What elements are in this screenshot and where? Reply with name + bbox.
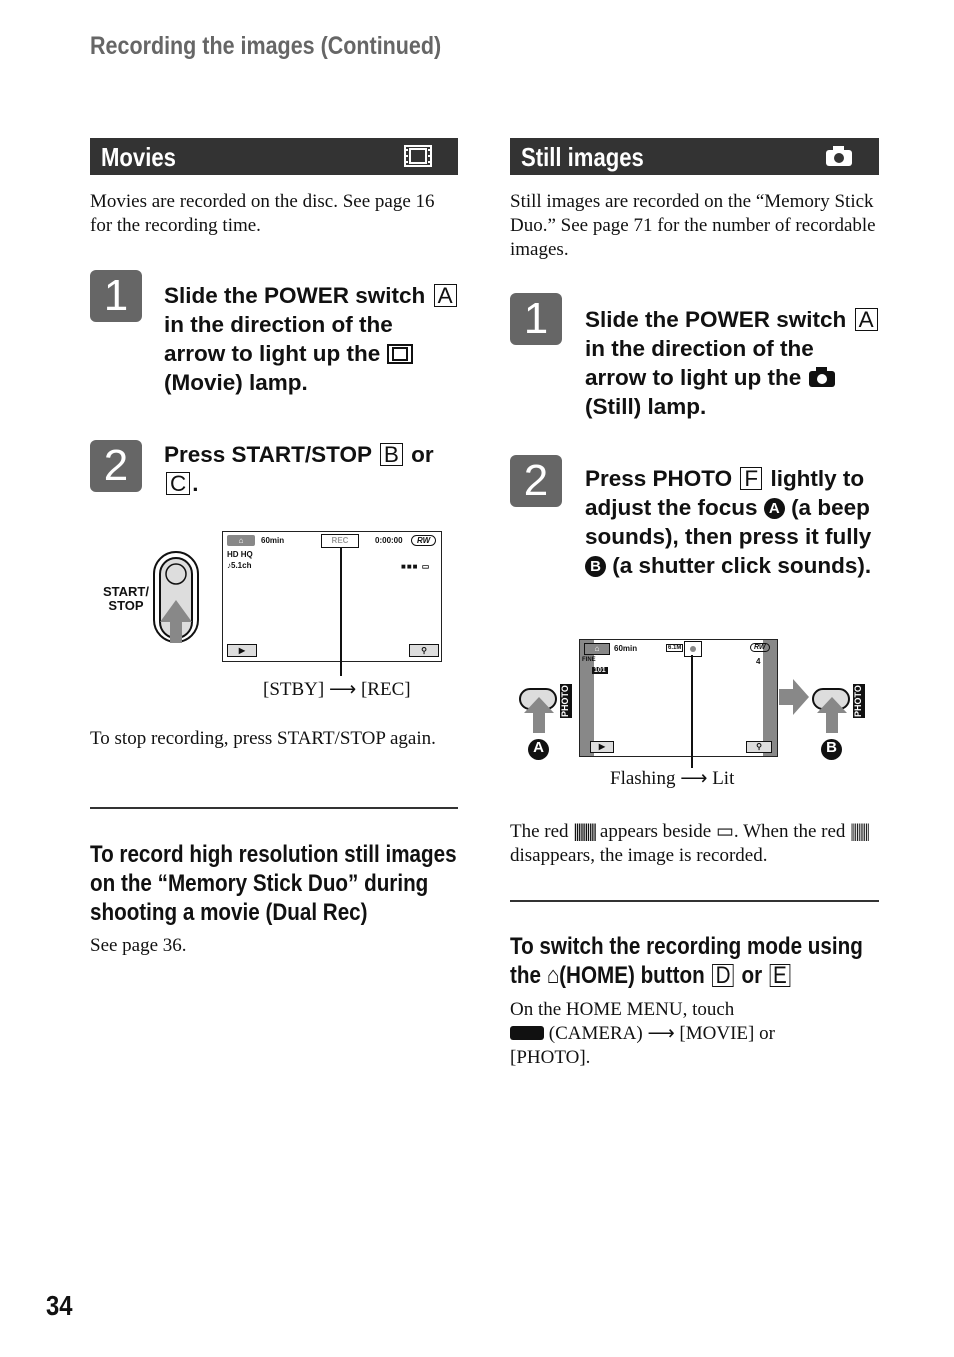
- recording-note: The red |||||||||| appears beside ▭. Whe…: [510, 821, 870, 866]
- stop-note: To stop recording, press START/STOP agai…: [90, 728, 436, 749]
- divider: [90, 807, 458, 809]
- movies-step-1: Slide the POWER switch A in the directio…: [164, 281, 459, 397]
- start-stop-label: START/ STOP: [103, 584, 149, 613]
- callout-line: [691, 655, 693, 768]
- memory-stick-indicator: ■■■ ▭: [401, 562, 431, 571]
- manual-page: Recording the images (Continued) Movies …: [0, 0, 954, 1357]
- photo-label: PHOTO: [853, 684, 865, 718]
- start-stop-button-illustration: [153, 551, 199, 643]
- option-button[interactable]: ⚲: [746, 741, 772, 753]
- still-intro: Still images are recorded on the “Memory…: [510, 191, 876, 260]
- page-number: 34: [46, 1290, 73, 1321]
- divider: [510, 900, 879, 902]
- photo-button-full-press: [812, 688, 850, 733]
- camera-icon: [808, 367, 835, 387]
- camera-mode-icon: [510, 1026, 544, 1040]
- photo-button-half-press: [519, 688, 557, 733]
- play-button[interactable]: ▶: [227, 644, 257, 657]
- arrow-right-icon: [779, 679, 809, 715]
- running-head: Recording the images (Continued): [90, 32, 442, 60]
- step-number: 2: [510, 455, 562, 507]
- marker-a: A: [528, 739, 549, 760]
- figure-caption: [STBY] ⟶ [REC]: [263, 679, 411, 700]
- movies-step-2: Press START/STOP B or C.: [164, 442, 434, 496]
- switch-mode-heading: To switch the recording mode using the ⌂…: [510, 933, 863, 989]
- focus-indicator: [684, 641, 702, 657]
- callout-line: [340, 548, 342, 676]
- hd-quality-icon: HD HQ: [227, 550, 253, 559]
- movies-intro: Movies are recorded on the disc. See pag…: [90, 191, 435, 236]
- dual-rec-heading: To record high resolution still images on…: [90, 841, 457, 926]
- figure-caption: Flashing ⟶ Lit: [610, 768, 735, 789]
- battery-indicator: 60min: [614, 644, 638, 653]
- film-icon: [386, 344, 413, 364]
- still-step-1: Slide the POWER switch A in the directio…: [585, 305, 880, 421]
- remaining-count: 4: [756, 657, 761, 666]
- memory-stick-icon: ▭: [715, 821, 734, 842]
- image-size-icon: 6.1M: [666, 644, 684, 652]
- photo-label: PHOTO: [560, 684, 572, 718]
- switch-mode-text: On the HOME MENU, touch (CAMERA) ⟶ [MOVI…: [510, 999, 775, 1068]
- quality-indicator: FINE: [582, 657, 596, 663]
- step-number: 1: [90, 270, 142, 322]
- still-header: Still images: [510, 138, 879, 175]
- battery-indicator: 60min: [261, 536, 285, 545]
- play-button[interactable]: ▶: [590, 741, 614, 753]
- lcd-screen-movie: ⌂ 60min REC 0:00:00 RW HD HQ ♪5.1ch ■■■ …: [222, 531, 442, 662]
- disc-icon: RW: [750, 643, 770, 652]
- still-step-2: Press PHOTO F lightly to adjust the focu…: [585, 466, 872, 578]
- recording-bar-icon: ||||||||||: [850, 821, 870, 842]
- option-button[interactable]: ⚲: [409, 644, 439, 657]
- still-title: Still images: [521, 142, 644, 172]
- recording-bar-icon: ||||||||||: [573, 821, 597, 842]
- disc-icon: RW: [411, 535, 437, 546]
- time-counter: 0:00:00: [375, 536, 403, 545]
- lcd-screen-still: ⌂ 60min 6.1M RW FINE 101 4 ▶ ⚲: [579, 639, 778, 757]
- marker-b: B: [821, 739, 842, 760]
- home-icon: ⌂: [546, 962, 560, 989]
- folder-indicator: 101: [592, 667, 608, 674]
- audio-indicator: ♪5.1ch: [227, 561, 252, 570]
- movies-title: Movies: [101, 142, 176, 172]
- movies-header: Movies: [90, 138, 458, 175]
- home-icon[interactable]: ⌂: [584, 643, 610, 655]
- rec-indicator: REC: [321, 534, 359, 548]
- home-icon[interactable]: ⌂: [227, 535, 255, 546]
- step-number: 2: [90, 440, 142, 492]
- camera-icon: [826, 146, 852, 166]
- dual-rec-text: See page 36.: [90, 935, 187, 956]
- film-icon: [404, 145, 432, 167]
- step-number: 1: [510, 293, 562, 345]
